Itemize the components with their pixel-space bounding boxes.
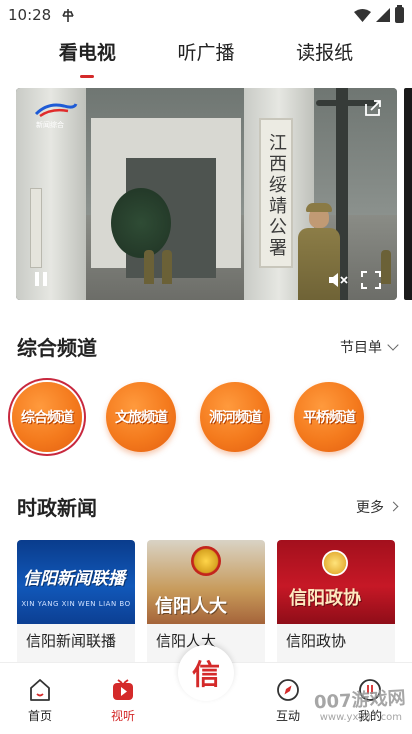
more-label: 更多	[356, 499, 384, 516]
nav-label: 视听	[110, 709, 135, 723]
news-thumbnail: 信阳新闻联播 XIN YANG XIN WEN LIAN BO	[17, 540, 135, 624]
news-card-label: 信阳新闻联播	[26, 632, 117, 650]
video-scene-left-sign	[30, 188, 42, 268]
battery-icon	[395, 5, 404, 23]
tab-label: 听广播	[177, 42, 235, 64]
channel-label: 文旅频道	[115, 410, 168, 426]
program-guide-link[interactable]: 节目单	[340, 337, 399, 357]
section-title: 时政新闻	[17, 496, 97, 520]
wifi-icon	[354, 8, 371, 22]
channel-label: 综合频道	[21, 410, 74, 426]
nav-item-media[interactable]: 视听	[93, 677, 153, 724]
video-scene-figure	[381, 250, 391, 284]
chevron-right-icon	[388, 501, 399, 512]
tab-watch-tv[interactable]: 看电视	[58, 32, 116, 78]
thumbnail-title: 信阳新闻联播	[23, 569, 125, 589]
news-card[interactable]: 信阳新闻联播 XIN YANG XIN WEN LIAN BO 信阳新闻联播	[17, 540, 135, 662]
watermark-logo: 007游戏网	[314, 687, 407, 714]
news-card-list: 信阳新闻联播 XIN YANG XIN WEN LIAN BO 信阳新闻联播 信…	[17, 540, 412, 662]
thumbnail-subtitle: XIN YANG XIN WEN LIAN BO	[21, 600, 131, 608]
channel-logo-icon	[34, 103, 78, 118]
next-video-preview[interactable]	[404, 88, 412, 300]
national-emblem-icon	[191, 546, 221, 576]
news-card-label: 信阳政协	[286, 632, 347, 650]
channel-item[interactable]: 综合频道	[12, 382, 82, 452]
more-link[interactable]: 更多	[356, 497, 399, 517]
nav-label: 首页	[27, 709, 52, 723]
program-guide-label: 节目单	[340, 339, 382, 356]
channels-section-header: 综合频道 节目单	[17, 332, 399, 361]
mute-icon[interactable]	[327, 270, 349, 290]
home-icon	[30, 679, 50, 701]
news-card[interactable]: 信阳政协 信阳政协	[277, 540, 395, 662]
news-card[interactable]: 信阳人大 信阳人大	[147, 540, 265, 662]
video-scene-figure	[144, 250, 154, 284]
top-tabs: 看电视 听广播 读报纸	[0, 32, 412, 78]
center-logo: 信	[191, 658, 220, 691]
channel-label: 浉河频道	[209, 410, 262, 426]
center-home-button[interactable]: 信	[178, 645, 234, 701]
nav-item-interact[interactable]: 互动	[258, 677, 318, 724]
video-scene-figure	[162, 250, 172, 284]
channel-logo-text: 新闻综合	[36, 121, 64, 129]
channel-item[interactable]: 浉河频道	[200, 382, 270, 452]
chevron-down-icon	[387, 338, 399, 351]
tab-label: 读报纸	[296, 42, 354, 64]
tab-active-indicator	[80, 75, 95, 78]
status-bar: 10:28	[0, 0, 412, 30]
play-video-icon	[113, 679, 133, 700]
tab-listen-radio[interactable]: 听广播	[177, 32, 234, 72]
status-time: 10:28	[8, 6, 52, 24]
news-thumbnail: 信阳人大	[147, 540, 265, 624]
channel-label: 平桥频道	[303, 410, 356, 426]
section-title: 综合频道	[17, 336, 97, 360]
video-scene-tree	[111, 188, 171, 258]
pause-icon[interactable]	[32, 270, 50, 288]
video-player[interactable]: 江西绥靖公署 新闻综合	[16, 88, 397, 300]
channel-logo: 新闻综合	[34, 100, 78, 129]
signal-tower-icon	[62, 9, 74, 22]
compass-icon	[277, 679, 299, 701]
news-thumbnail: 信阳政协	[277, 540, 395, 624]
cppcc-emblem-icon	[322, 550, 348, 576]
channel-list: 综合频道 文旅频道 浉河频道 平桥频道	[12, 382, 412, 454]
nav-item-home[interactable]: 首页	[10, 677, 70, 724]
watermark-url: www.yx007.com	[319, 712, 402, 723]
tab-label: 看电视	[58, 42, 116, 64]
share-icon[interactable]	[363, 98, 383, 118]
cell-signal-icon	[376, 8, 390, 22]
thumbnail-title: 信阳人大	[155, 596, 227, 617]
thumbnail-title: 信阳政协	[289, 588, 361, 609]
news-section-header: 时政新闻 更多	[17, 492, 399, 521]
channel-item[interactable]: 平桥频道	[294, 382, 364, 452]
tab-read-newspaper[interactable]: 读报纸	[296, 32, 353, 72]
video-scene-sign: 江西绥靖公署	[259, 118, 293, 268]
channel-item[interactable]: 文旅频道	[106, 382, 176, 452]
fullscreen-icon[interactable]	[361, 271, 381, 289]
nav-label: 互动	[275, 709, 300, 723]
